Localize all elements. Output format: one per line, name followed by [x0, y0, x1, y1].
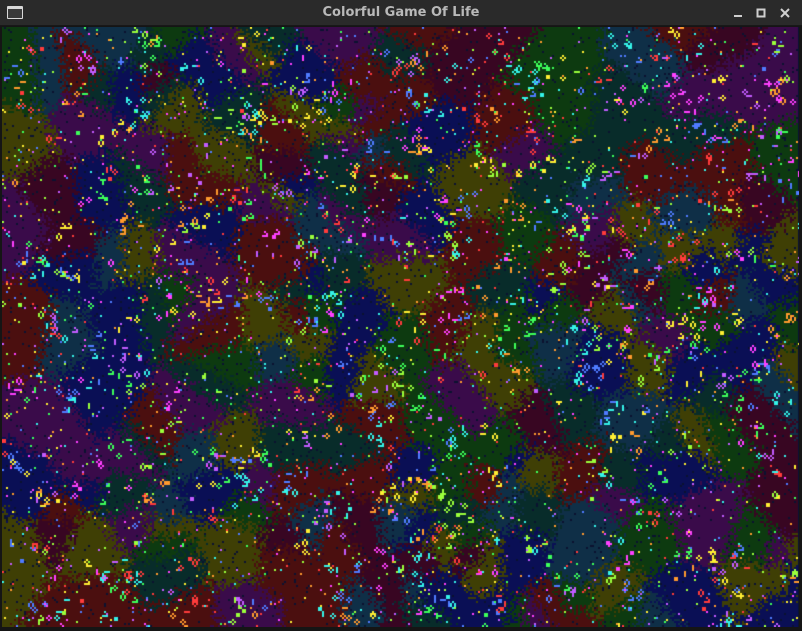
close-icon [780, 8, 790, 18]
app-window-icon [7, 6, 23, 19]
minimize-icon [734, 15, 742, 17]
window-title: Colorful Game Of Life [322, 5, 480, 20]
game-of-life-grid[interactable] [2, 27, 799, 627]
close-button[interactable] [776, 4, 794, 22]
board-area [0, 26, 802, 631]
minimize-button[interactable] [729, 4, 747, 22]
maximize-button[interactable] [752, 4, 770, 22]
maximize-icon [756, 8, 766, 18]
title-bar[interactable]: Colorful Game Of Life [0, 0, 802, 26]
game-window: Colorful Game Of Life [0, 0, 802, 631]
